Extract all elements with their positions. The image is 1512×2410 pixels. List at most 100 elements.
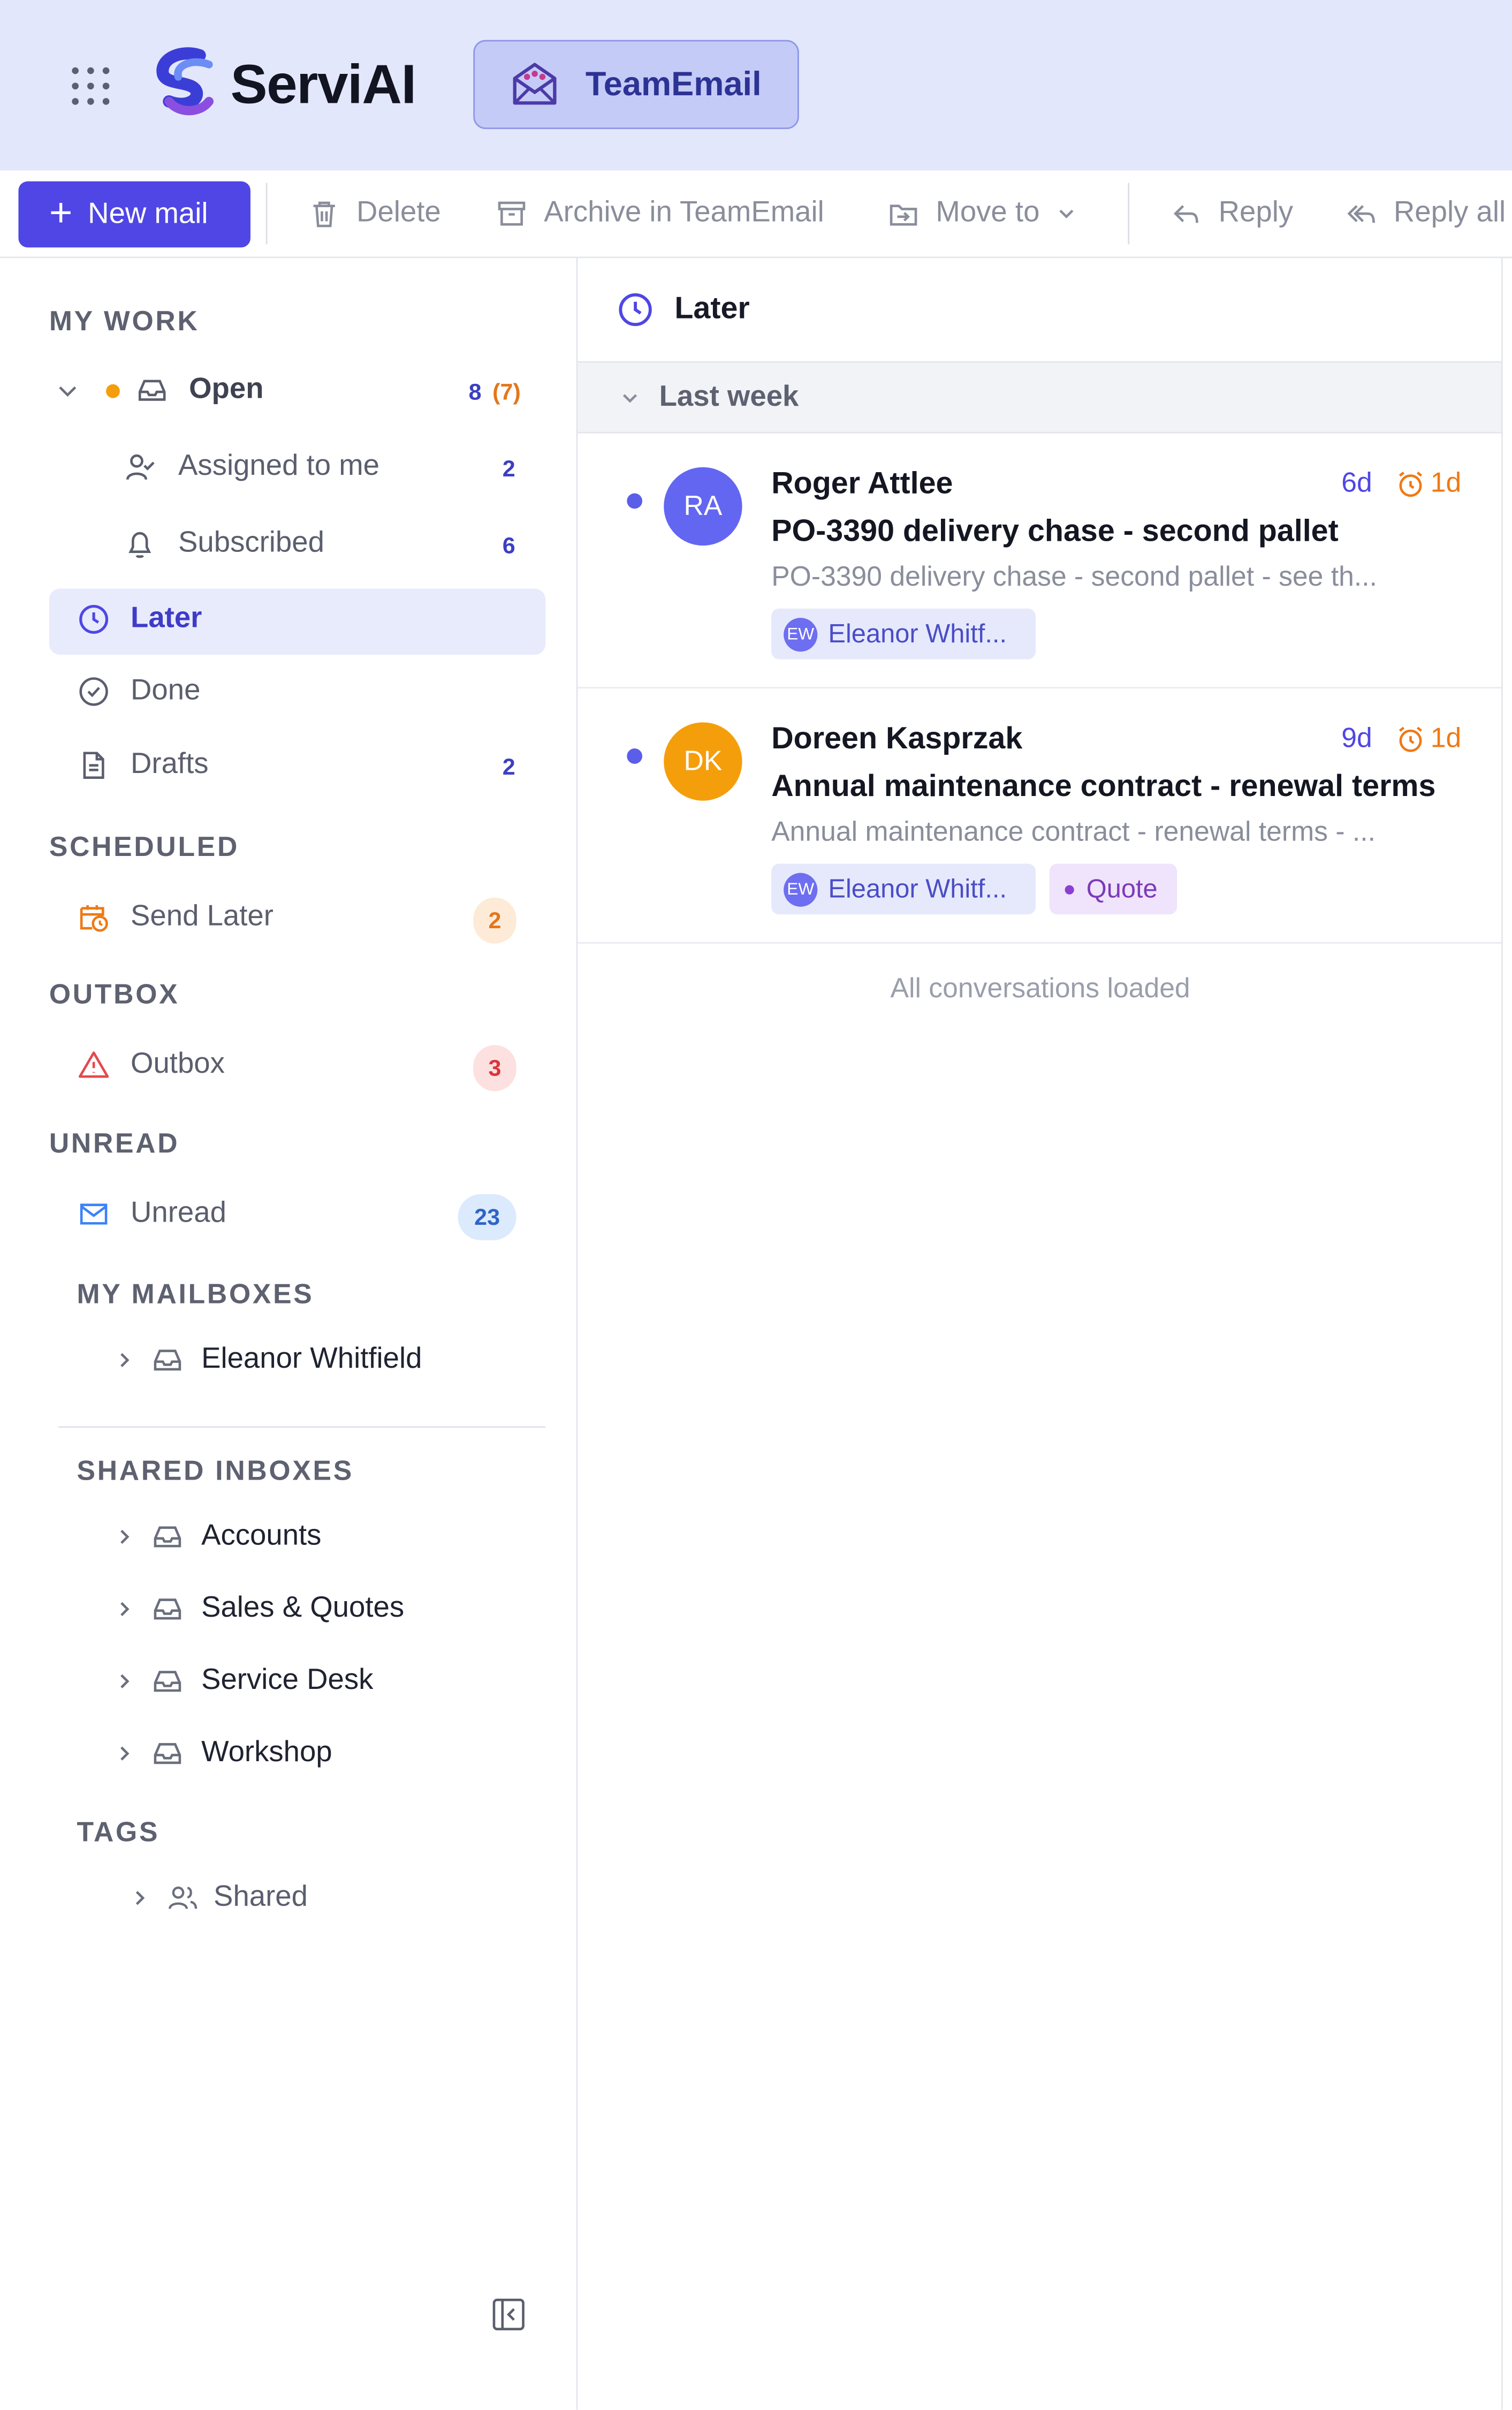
sender-name: Roger Attlee bbox=[771, 467, 953, 501]
tag-group-shared[interactable]: Shared bbox=[129, 1881, 308, 1915]
chevron-right-icon bbox=[120, 1746, 130, 1761]
logo-mark-icon bbox=[156, 47, 214, 116]
archive-label: Archive in TeamEmail bbox=[544, 196, 824, 229]
shared-inbox-label: Accounts bbox=[201, 1520, 322, 1552]
sidebar-item-assigned-to-me[interactable]: Assigned to me bbox=[123, 450, 379, 484]
reply-all-icon bbox=[1347, 205, 1375, 223]
action-toolbar: + New mail Delete Archive in TeamEmail M… bbox=[0, 170, 1512, 259]
alarm-clock-icon bbox=[1399, 726, 1423, 752]
shared-inbox-sales-quotes[interactable]: Sales & Quotes bbox=[113, 1592, 404, 1626]
archive-button[interactable]: Archive in TeamEmail bbox=[495, 189, 824, 238]
sidebar-item-done[interactable]: Done bbox=[77, 675, 201, 708]
check-circle-icon bbox=[79, 677, 108, 706]
delete-label: Delete bbox=[356, 196, 441, 229]
move-folder-icon bbox=[890, 204, 917, 226]
sidebar-item-later[interactable]: Later bbox=[77, 602, 202, 636]
snooze-value: 1d bbox=[1430, 467, 1462, 498]
conversation-row[interactable]: DK Doreen Kasprzak 9d 1d Annual maintena… bbox=[578, 688, 1503, 944]
sidebar-item-unread[interactable]: Unread bbox=[77, 1197, 226, 1231]
reply-icon bbox=[1173, 205, 1198, 223]
delete-button[interactable]: Delete bbox=[307, 189, 441, 238]
assignee-chip[interactable]: EW Eleanor Whitf... bbox=[771, 608, 1036, 660]
calendar-clock-icon bbox=[80, 905, 108, 932]
unread-indicator bbox=[627, 748, 643, 764]
conversation-subject: Annual maintenance contract - renewal te… bbox=[771, 770, 1436, 804]
section-title-unread: UNREAD bbox=[49, 1128, 180, 1159]
sidebar: MY WORK Open 8 (7) Assigned to me 2 Subs… bbox=[0, 258, 578, 2410]
shared-inbox-workshop[interactable]: Workshop bbox=[113, 1737, 332, 1770]
chevron-down-icon bbox=[1059, 209, 1073, 219]
drafts-count: 2 bbox=[502, 754, 515, 781]
tag-chip-quote[interactable]: Quote bbox=[1049, 863, 1177, 915]
group-label: Last week bbox=[659, 380, 799, 413]
section-title-outbox: OUTBOX bbox=[49, 979, 180, 1010]
tag-label: Shared bbox=[214, 1881, 308, 1914]
new-mail-button[interactable]: + New mail bbox=[18, 181, 250, 248]
open-status-dot bbox=[106, 383, 120, 398]
chevron-right-icon bbox=[135, 1891, 145, 1905]
archive-icon bbox=[498, 201, 526, 226]
inbox-icon bbox=[154, 1671, 181, 1692]
sidebar-item-label: Done bbox=[131, 675, 201, 707]
app-pill-label: TeamEmail bbox=[585, 64, 762, 103]
reply-all-label: Reply all bbox=[1393, 196, 1506, 229]
reply-button[interactable]: Reply bbox=[1169, 189, 1293, 238]
inbox-icon bbox=[154, 1598, 181, 1620]
chevron-down-icon bbox=[59, 386, 77, 397]
tag-label: Quote bbox=[1086, 874, 1158, 903]
alarm-clock-icon bbox=[1399, 471, 1423, 496]
inbox-icon bbox=[154, 1743, 181, 1764]
sidebar-item-send-later[interactable]: Send Later bbox=[77, 900, 273, 934]
sidebar-item-label: Open bbox=[189, 373, 264, 406]
sidebar-item-subscribed[interactable]: Subscribed bbox=[123, 527, 324, 561]
assignee-avatar: EW bbox=[784, 872, 818, 906]
sidebar-item-outbox[interactable]: Outbox bbox=[77, 1048, 225, 1082]
move-to-button[interactable]: Move to bbox=[887, 189, 1077, 238]
sidebar-item-label: Assigned to me bbox=[178, 450, 380, 483]
sidebar-item-drafts[interactable]: Drafts bbox=[77, 748, 209, 782]
chevron-right-icon bbox=[120, 1674, 130, 1688]
app-canvas: ServiAI TeamEmail + New mail Delete Arch… bbox=[0, 0, 1512, 2410]
assignee-name: Eleanor Whitf... bbox=[828, 618, 1007, 648]
assignee-chip[interactable]: EW Eleanor Whitf... bbox=[771, 863, 1036, 915]
app-launcher-icon[interactable] bbox=[69, 65, 112, 108]
group-header-last-week[interactable]: Last week bbox=[578, 362, 1503, 434]
new-mail-label: New mail bbox=[88, 197, 208, 230]
brand-name: ServiAI bbox=[230, 52, 417, 116]
move-to-label: Move to bbox=[936, 196, 1040, 229]
conversation-preview: PO-3390 delivery chase - second pallet -… bbox=[771, 560, 1377, 592]
clock-icon bbox=[619, 293, 652, 327]
conversation-row[interactable]: RA Roger Attlee 6d 1d PO-3390 delivery c… bbox=[578, 434, 1503, 689]
sidebar-divider bbox=[58, 1426, 546, 1428]
inbox-icon bbox=[154, 1526, 181, 1548]
snooze-value: 1d bbox=[1430, 722, 1462, 753]
plus-icon: + bbox=[49, 189, 73, 236]
conversation-age: 9d bbox=[1341, 722, 1372, 753]
brand-logo[interactable]: ServiAI bbox=[148, 46, 416, 123]
list-header: Later bbox=[578, 258, 1503, 363]
snooze-indicator: 1d bbox=[1395, 722, 1462, 754]
shared-inbox-service-desk[interactable]: Service Desk bbox=[113, 1664, 373, 1698]
shared-inbox-accounts[interactable]: Accounts bbox=[113, 1520, 321, 1553]
sidebar-item-label: Subscribed bbox=[178, 527, 324, 560]
sidebar-item-label: Unread bbox=[131, 1197, 226, 1230]
teamemail-app-button[interactable]: TeamEmail bbox=[473, 40, 799, 130]
mailbox-eleanor-whitfield[interactable]: Eleanor Whitfield bbox=[113, 1343, 422, 1377]
collapse-sidebar-icon[interactable] bbox=[490, 2296, 527, 2333]
outbox-badge: 3 bbox=[473, 1045, 516, 1092]
sidebar-item-label: Outbox bbox=[131, 1048, 225, 1081]
team-mail-icon bbox=[513, 63, 557, 105]
sender-name: Doreen Kasprzak bbox=[771, 722, 1023, 756]
avatar: RA bbox=[664, 467, 742, 546]
toolbar-divider bbox=[1128, 183, 1130, 245]
envelope-icon bbox=[80, 1203, 108, 1225]
section-title-shared-inboxes: SHARED INBOXES bbox=[77, 1455, 354, 1487]
section-title-scheduled: SCHEDULED bbox=[49, 831, 240, 862]
reply-all-button[interactable]: Reply all bbox=[1344, 189, 1506, 238]
clock-icon bbox=[79, 604, 109, 634]
send-later-badge: 2 bbox=[473, 897, 516, 944]
sidebar-item-label: Drafts bbox=[131, 748, 209, 781]
sidebar-item-open[interactable]: Open bbox=[55, 373, 264, 407]
assignee-name: Eleanor Whitf... bbox=[828, 874, 1007, 903]
page-title: Later bbox=[674, 292, 750, 326]
